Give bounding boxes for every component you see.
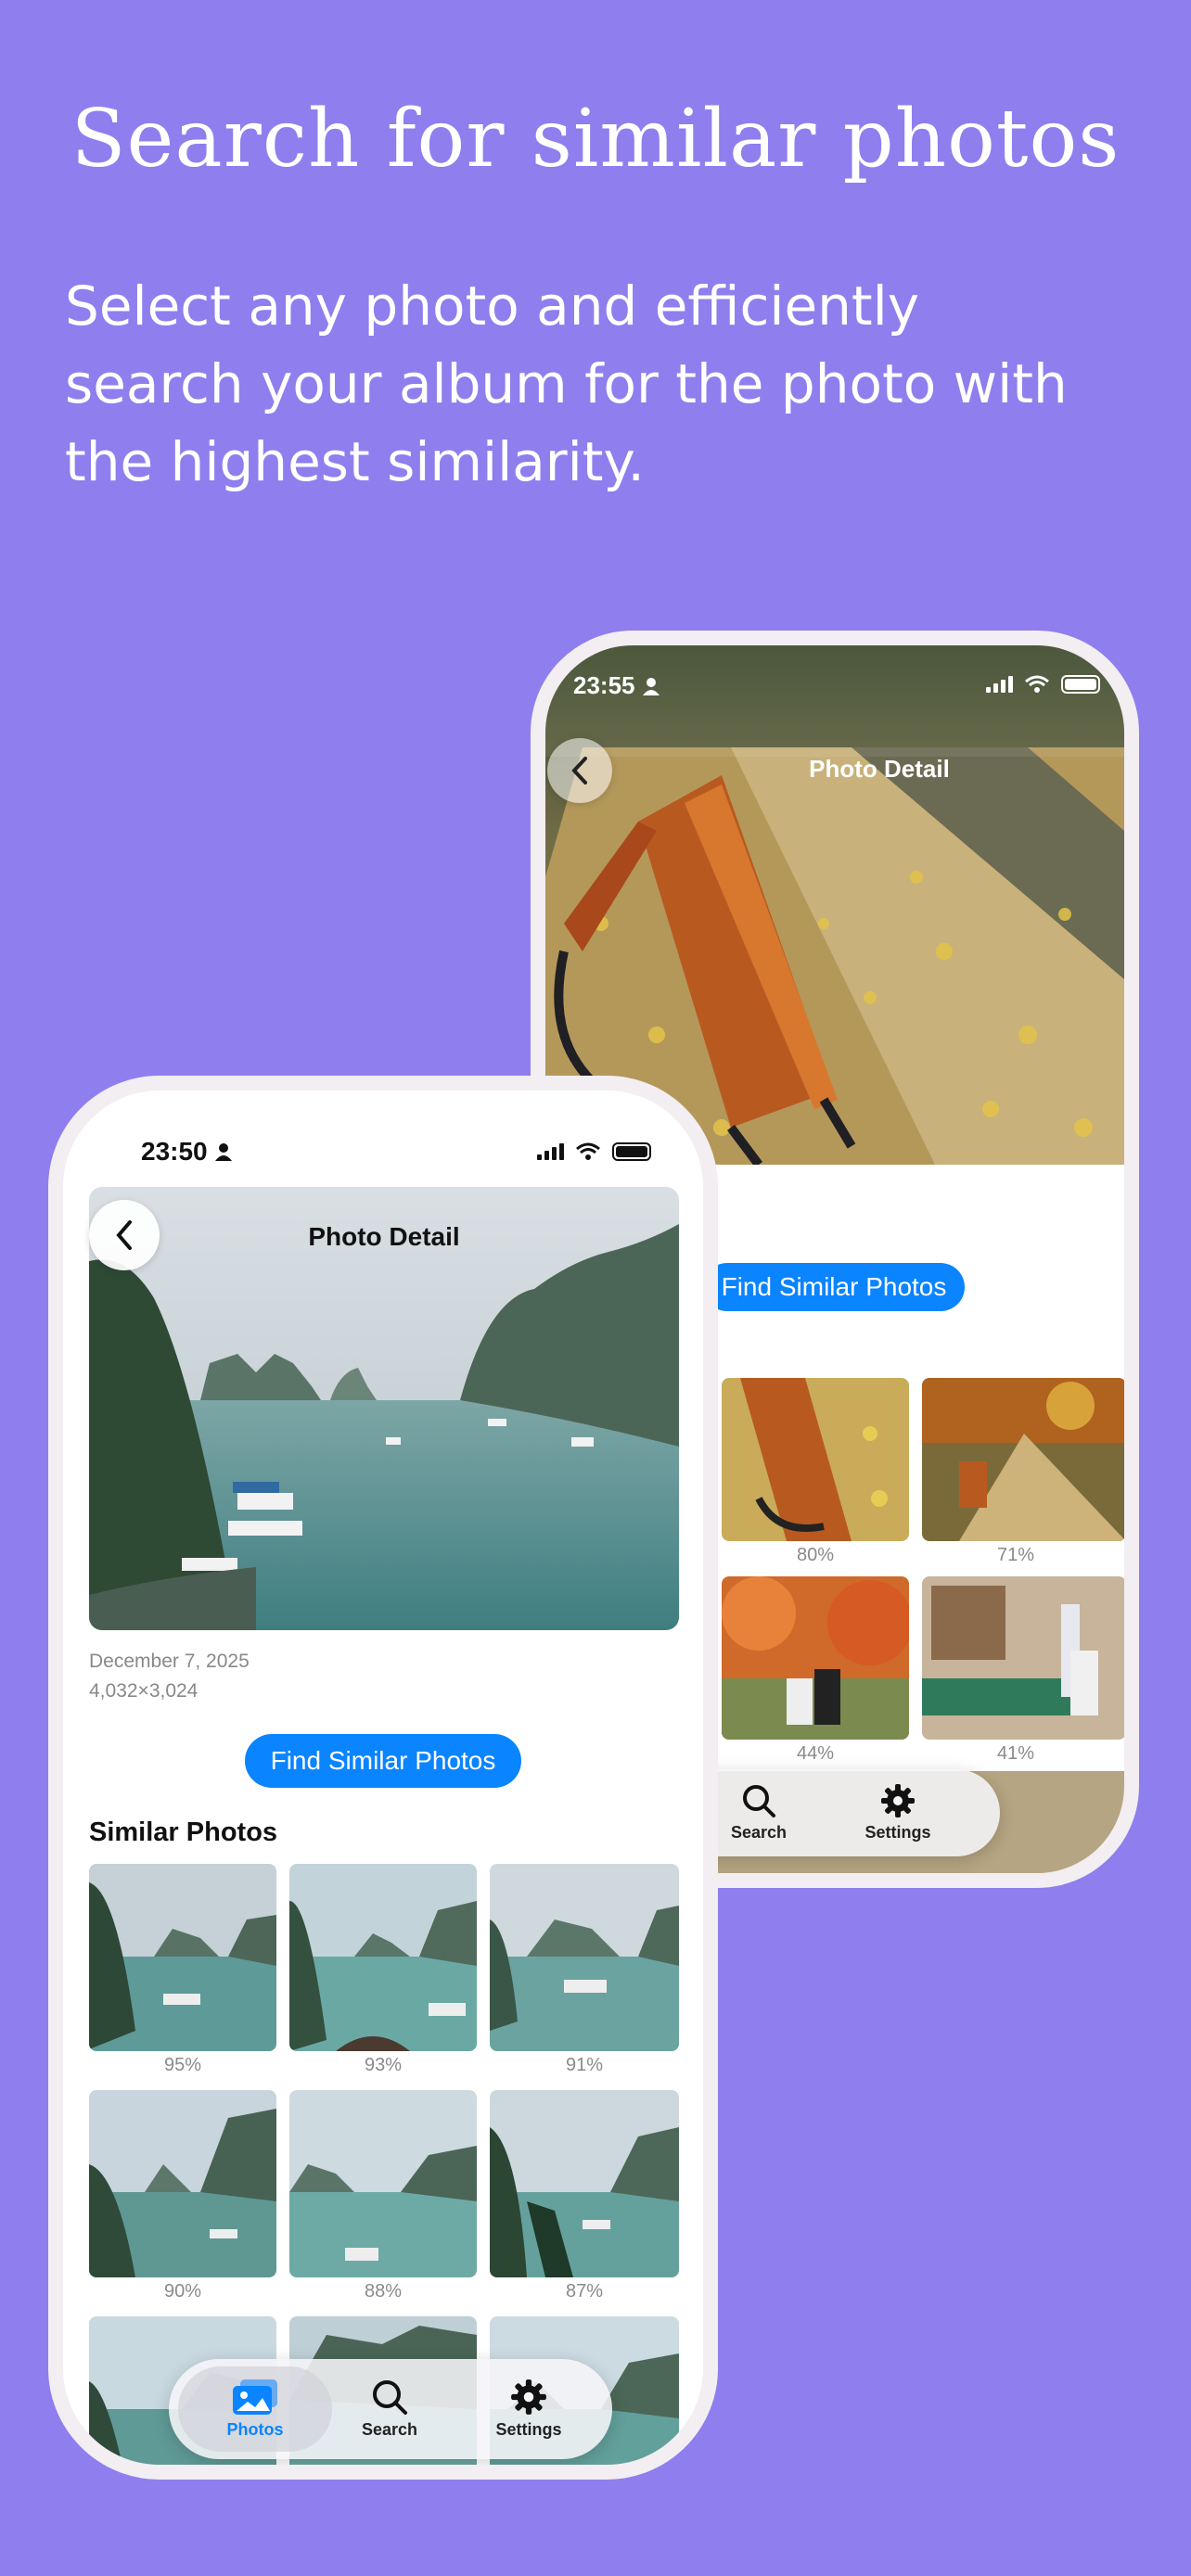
similar-photo-thumb[interactable] [490,2090,679,2277]
similar-photo-thumb[interactable] [289,1864,477,2051]
tab-label: Search [361,2420,418,2439]
find-similar-button[interactable]: Find Similar Photos [245,1734,521,1788]
similarity-percent: 88% [364,2281,403,2302]
similar-photo-thumb[interactable] [922,1378,1124,1541]
status-bar: 23:55 [573,671,660,700]
similarity-percent: 87% [565,2281,604,2302]
back-button[interactable] [89,1200,160,1270]
status-bar: 23:50 [141,1137,232,1167]
similar-photo-thumb[interactable] [289,2090,477,2277]
wifi-icon [1025,675,1049,693]
similar-photo-thumb[interactable] [490,1864,679,2051]
similar-photo-thumb[interactable] [722,1378,909,1541]
similarity-percent: 71% [996,1545,1035,1565]
status-time: 23:55 [573,671,635,699]
similarity-percent: 44% [796,1743,835,1764]
status-time: 23:50 [141,1137,208,1166]
back-button[interactable] [547,738,612,803]
cellular-signal-icon [537,1143,564,1160]
tab-settings[interactable]: Settings [464,2378,594,2440]
tab-label: Settings [495,2420,562,2439]
search-icon [373,2380,407,2415]
headline: Search for similar photos [70,93,1121,185]
tab-label: Photos [226,2420,284,2439]
front-phone: 23:50 Photo Detail December 7, 2025 4,03… [48,1076,718,2480]
tab-bar: Photos Search Settings [169,2359,612,2459]
similarity-percent: 93% [364,2055,403,2075]
search-icon [743,1785,775,1817]
tab-search[interactable]: Search [325,2378,455,2440]
tab-settings[interactable]: Settings [833,1782,963,1843]
similar-photo-thumb[interactable] [922,1576,1124,1740]
hero-photo-bay [89,1187,679,1630]
similar-photo-thumb[interactable] [89,2090,276,2277]
find-similar-button[interactable]: Find Similar Photos [703,1263,965,1311]
wifi-icon [576,1142,600,1160]
photo-date: December 7, 2025 [89,1651,250,1672]
similarity-percent: 80% [796,1545,835,1565]
tab-photos[interactable]: Photos [186,2378,325,2440]
battery-icon [612,1142,651,1161]
nav-title: Photo Detail [809,755,950,783]
person-icon [214,1143,232,1161]
nav-title: Photo Detail [308,1222,460,1251]
similarity-percent: 91% [565,2055,604,2075]
similar-photo-thumb[interactable] [722,1576,909,1740]
similarity-percent: 95% [163,2055,202,2075]
similarity-percent: 90% [163,2281,202,2302]
cellular-signal-icon [986,676,1013,693]
chevron-left-icon [116,1220,132,1250]
gear-icon [511,2379,546,2415]
similar-photo-thumb[interactable] [89,1864,276,2051]
gear-icon [881,1784,915,1817]
battery-icon [1061,675,1100,694]
tab-label: Settings [864,1823,931,1842]
person-icon [642,677,660,695]
status-icons [537,1142,651,1161]
chevron-left-icon [571,757,587,784]
photo-dimensions: 4,032×3,024 [89,1680,198,1702]
status-icons [986,675,1100,694]
section-title: Similar Photos [89,1817,278,1847]
photos-icon [233,2379,277,2415]
subline: Select any photo and efficiently search … [65,274,1068,493]
similarity-percent: 41% [996,1743,1035,1764]
tab-label: Search [730,1823,788,1842]
